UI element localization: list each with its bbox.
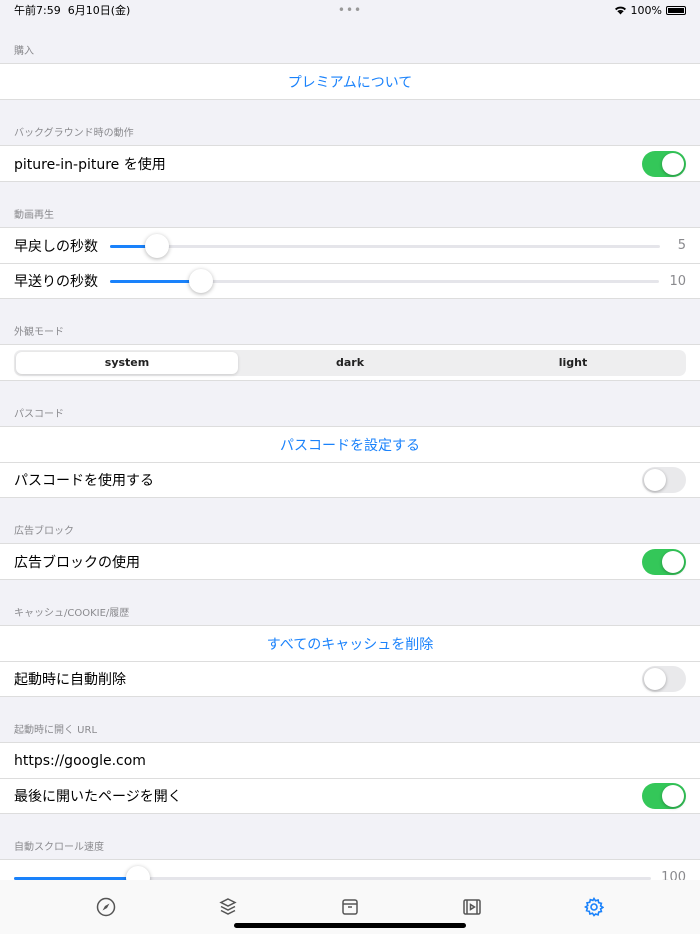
section-header-startup: 起動時に開く URL <box>14 725 98 736</box>
use-passcode-label: パスコードを使用する <box>14 473 154 489</box>
forward-slider[interactable] <box>110 268 660 294</box>
tab-settings[interactable] <box>574 880 614 934</box>
status-date: 6月10日(金) <box>67 4 131 17</box>
auto-clear-label: 起動時に自動削除 <box>14 672 126 688</box>
section-header-appearance: 外観モード <box>14 327 64 338</box>
status-time: 午前7:59 <box>14 4 61 17</box>
segment-system[interactable]: system <box>16 351 238 374</box>
segment-dark[interactable]: dark <box>238 352 461 374</box>
use-passcode-toggle[interactable] <box>642 467 686 493</box>
segment-light[interactable]: light <box>461 352 684 374</box>
rewind-slider[interactable] <box>110 233 660 259</box>
auto-clear-toggle[interactable] <box>642 666 686 692</box>
multitasking-dots-icon[interactable]: ••• <box>338 3 362 17</box>
section-header-passcode: パスコード <box>14 409 64 420</box>
battery-icon <box>666 5 686 15</box>
home-indicator <box>234 923 466 928</box>
section-header-cache: キャッシュ/COOKIE/履歴 <box>14 608 130 619</box>
layers-icon <box>219 898 237 915</box>
forward-value: 10 <box>669 273 686 289</box>
wifi-icon <box>614 6 626 15</box>
startup-url-field[interactable]: https://google.com <box>0 743 700 778</box>
adblock-toggle[interactable] <box>642 548 686 575</box>
status-bar: 午前7:59 6月10日(金) ••• 100% <box>0 0 700 20</box>
video-film-icon <box>463 899 481 915</box>
section-header-playback: 動画再生 <box>14 210 54 221</box>
appearance-segmented-control[interactable]: system dark light <box>14 349 686 376</box>
section-header-purchase: 購入 <box>14 46 34 57</box>
premium-link[interactable]: プレミアムについて <box>0 64 700 99</box>
battery-percent: 100% <box>630 3 662 17</box>
gear-icon <box>584 897 604 917</box>
set-passcode-link[interactable]: パスコードを設定する <box>0 427 700 462</box>
tab-browser[interactable] <box>86 880 126 934</box>
archive-box-icon <box>342 899 358 915</box>
compass-icon <box>96 897 116 917</box>
forward-label: 早送りの秒数 <box>14 274 98 290</box>
rewind-label: 早戻しの秒数 <box>14 238 98 255</box>
pip-toggle[interactable] <box>642 150 686 177</box>
clear-cache-link[interactable]: すべてのキャッシュを削除 <box>0 626 700 661</box>
last-page-toggle[interactable] <box>642 783 686 809</box>
pip-label: piture-in-piture を使用 <box>14 156 166 173</box>
last-page-label: 最後に開いたページを開く <box>14 789 182 805</box>
section-header-background: バックグラウンド時の動作 <box>14 128 134 139</box>
section-header-adblock: 広告ブロック <box>14 526 74 537</box>
section-header-autoscroll: 自動スクロール速度 <box>14 842 104 853</box>
adblock-label: 広告ブロックの使用 <box>14 554 140 571</box>
rewind-value: 5 <box>677 238 686 253</box>
